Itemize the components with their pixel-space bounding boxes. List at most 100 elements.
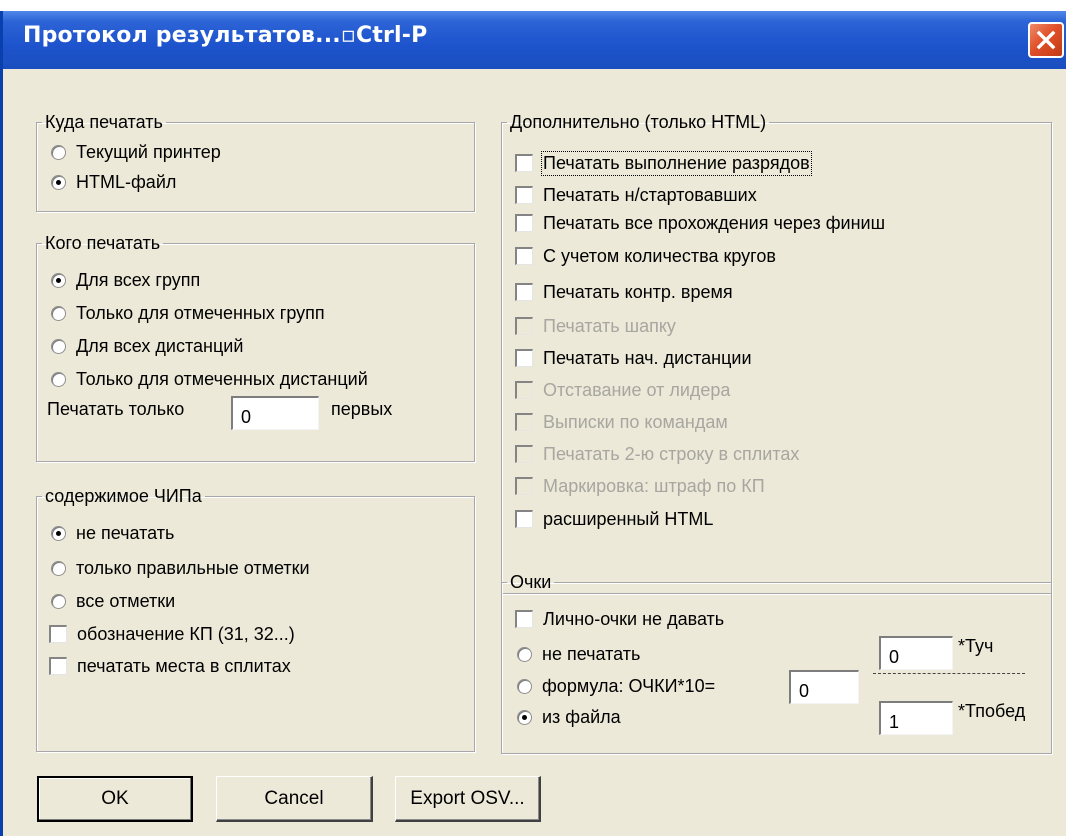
- radio-all-groups[interactable]: Для всех групп: [51, 266, 200, 294]
- dialog-client-area: Куда печатать Текущий принтер HTML-файл …: [3, 69, 1066, 836]
- checkbox-box: [515, 477, 533, 495]
- radio-indicator[interactable]: [51, 144, 66, 160]
- radio-indicator[interactable]: [517, 709, 532, 725]
- checkbox-label: Маркировка: штраф по КП: [543, 475, 765, 496]
- checkbox-label: Печатать выполнение разрядов: [541, 150, 812, 176]
- radio-current-printer[interactable]: Текущий принтер: [51, 138, 221, 166]
- tuch-label: *Туч: [958, 636, 994, 656]
- print-only-label: Печатать только: [47, 399, 185, 419]
- checkbox-box[interactable]: [515, 154, 533, 172]
- checkbox-team-extracts: Выписки по командам: [515, 408, 728, 436]
- radio-label: Для всех дистанций: [76, 335, 244, 356]
- close-button[interactable]: [1028, 22, 1064, 58]
- formula-multiplier-input[interactable]: 0: [789, 670, 859, 704]
- radio-indicator[interactable]: [51, 560, 66, 576]
- checkbox-box[interactable]: [49, 657, 67, 675]
- checkbox-no-personal-points[interactable]: Лично-очки не давать: [515, 605, 724, 633]
- checkbox-print-non-started[interactable]: Печатать н/стартовавших: [515, 181, 757, 209]
- checkbox-label: Печатать все прохождения через финиш: [543, 212, 886, 233]
- checkbox-box[interactable]: [515, 214, 533, 232]
- checkbox-label: Печатать нач. дистанции: [543, 347, 752, 368]
- checkbox-label: Печатать н/стартовавших: [543, 184, 757, 205]
- radio-indicator[interactable]: [51, 305, 66, 321]
- radio-indicator[interactable]: [517, 678, 532, 694]
- checkbox-label: Выписки по командам: [543, 411, 728, 432]
- checkbox-label: печатать места в сплитах: [77, 655, 291, 676]
- clipped-heading-mark: [44, 0, 72, 1]
- tuch-input[interactable]: 0: [879, 636, 953, 670]
- checkbox-box[interactable]: [515, 510, 533, 528]
- radio-label: не печатать: [542, 643, 641, 664]
- checkbox-print-header: Печатать шапку: [515, 312, 676, 340]
- cancel-button[interactable]: Cancel: [216, 776, 373, 822]
- radio-label: Только для отмеченных дистанций: [76, 368, 368, 389]
- radio-html-file[interactable]: HTML-файл: [51, 168, 176, 196]
- checkbox-label: расширенный HTML: [543, 508, 714, 529]
- checkbox-box[interactable]: [515, 186, 533, 204]
- points-legend: Очки: [510, 572, 552, 592]
- radio-label: из файла: [542, 706, 621, 727]
- results-protocol-dialog: Протокол результатов...▫Ctrl-P Куда печа…: [0, 11, 1066, 836]
- close-icon: [1036, 30, 1056, 50]
- title-bar[interactable]: Протокол результатов...▫Ctrl-P: [3, 11, 1066, 69]
- radio-label: формула: ОЧКИ*10=: [542, 675, 716, 696]
- radio-label: Текущий принтер: [76, 141, 221, 162]
- radio-marked-groups[interactable]: Только для отмеченных групп: [51, 299, 325, 327]
- checkbox-cp-codes[interactable]: обозначение КП (31, 32...): [49, 620, 295, 648]
- checkbox-lap-count[interactable]: С учетом количества кругов: [515, 242, 776, 270]
- radio-indicator[interactable]: [51, 272, 66, 288]
- radio-label: не печатать: [76, 522, 175, 543]
- checkbox-box[interactable]: [515, 247, 533, 265]
- checkbox-box[interactable]: [515, 283, 533, 301]
- radio-indicator[interactable]: [51, 525, 66, 541]
- radio-chip-no-print[interactable]: не печатать: [51, 519, 174, 547]
- checkbox-label: Лично-очки не давать: [543, 608, 725, 629]
- checkbox-box[interactable]: [49, 625, 67, 643]
- radio-indicator[interactable]: [51, 338, 66, 354]
- checkbox-print-all-finish-passes[interactable]: Печатать все прохождения через финиш: [515, 209, 885, 237]
- checkbox-label: С учетом количества кругов: [543, 245, 776, 266]
- checkbox-print-control-time[interactable]: Печатать контр. время: [515, 278, 733, 306]
- checkbox-cp-penalty-marking: Маркировка: штраф по КП: [515, 472, 765, 500]
- radio-points-no-print[interactable]: не печатать: [517, 640, 640, 668]
- radio-indicator[interactable]: [51, 174, 66, 190]
- radio-indicator[interactable]: [51, 371, 66, 387]
- checkbox-print-ranks[interactable]: Печатать выполнение разрядов: [515, 149, 812, 177]
- first-label: первых: [331, 399, 393, 419]
- print-only-count-input[interactable]: 0: [231, 396, 319, 430]
- ok-button[interactable]: OK: [37, 776, 193, 822]
- clipped-heading-mark: [6, 0, 24, 1]
- radio-indicator[interactable]: [517, 646, 532, 662]
- clipped-heading: [0, 0, 1066, 11]
- radio-points-from-file[interactable]: из файла: [517, 703, 621, 731]
- radio-label: HTML-файл: [76, 171, 177, 192]
- checkbox-label: Печатать 2-ю строку в сплитах: [543, 443, 800, 464]
- radio-points-formula[interactable]: формула: ОЧКИ*10=: [517, 672, 715, 700]
- checkbox-label: обозначение КП (31, 32...): [77, 623, 295, 644]
- radio-indicator[interactable]: [51, 593, 66, 609]
- radio-label: все отметки: [76, 590, 176, 611]
- checkbox-box[interactable]: [515, 349, 533, 367]
- checkbox-gap-to-leader: Отставание от лидера: [515, 376, 730, 404]
- checkbox-split-places[interactable]: печатать места в сплитах: [49, 652, 291, 680]
- radio-chip-correct-punches[interactable]: только правильные отметки: [51, 554, 310, 582]
- checkbox-box: [515, 381, 533, 399]
- checkbox-label: Печатать шапку: [543, 315, 676, 336]
- radio-chip-all-punches[interactable]: все отметки: [51, 587, 175, 615]
- radio-marked-distances[interactable]: Только для отмеченных дистанций: [51, 365, 368, 393]
- chip-content-legend: содержимое ЧИПа: [45, 486, 202, 506]
- tpobed-label: *Тпобед: [958, 701, 1026, 721]
- radio-all-distances[interactable]: Для всех дистанций: [51, 332, 243, 360]
- tpobed-input[interactable]: 1: [879, 701, 953, 735]
- fraction-divider: [873, 673, 1025, 674]
- checkbox-box: [515, 445, 533, 463]
- checkbox-extended-html[interactable]: расширенный HTML: [515, 505, 713, 533]
- checkbox-split-second-line: Печатать 2-ю строку в сплитах: [515, 440, 799, 468]
- radio-label: только правильные отметки: [76, 557, 310, 578]
- export-osv-button[interactable]: Export OSV...: [395, 776, 541, 822]
- checkbox-box[interactable]: [515, 610, 533, 628]
- checkbox-print-start-distance[interactable]: Печатать нач. дистанции: [515, 344, 752, 372]
- radio-label: Только для отмеченных групп: [76, 302, 325, 323]
- extra-html-legend: Дополнительно (только HTML): [510, 112, 767, 132]
- radio-label: Для всех групп: [76, 269, 201, 290]
